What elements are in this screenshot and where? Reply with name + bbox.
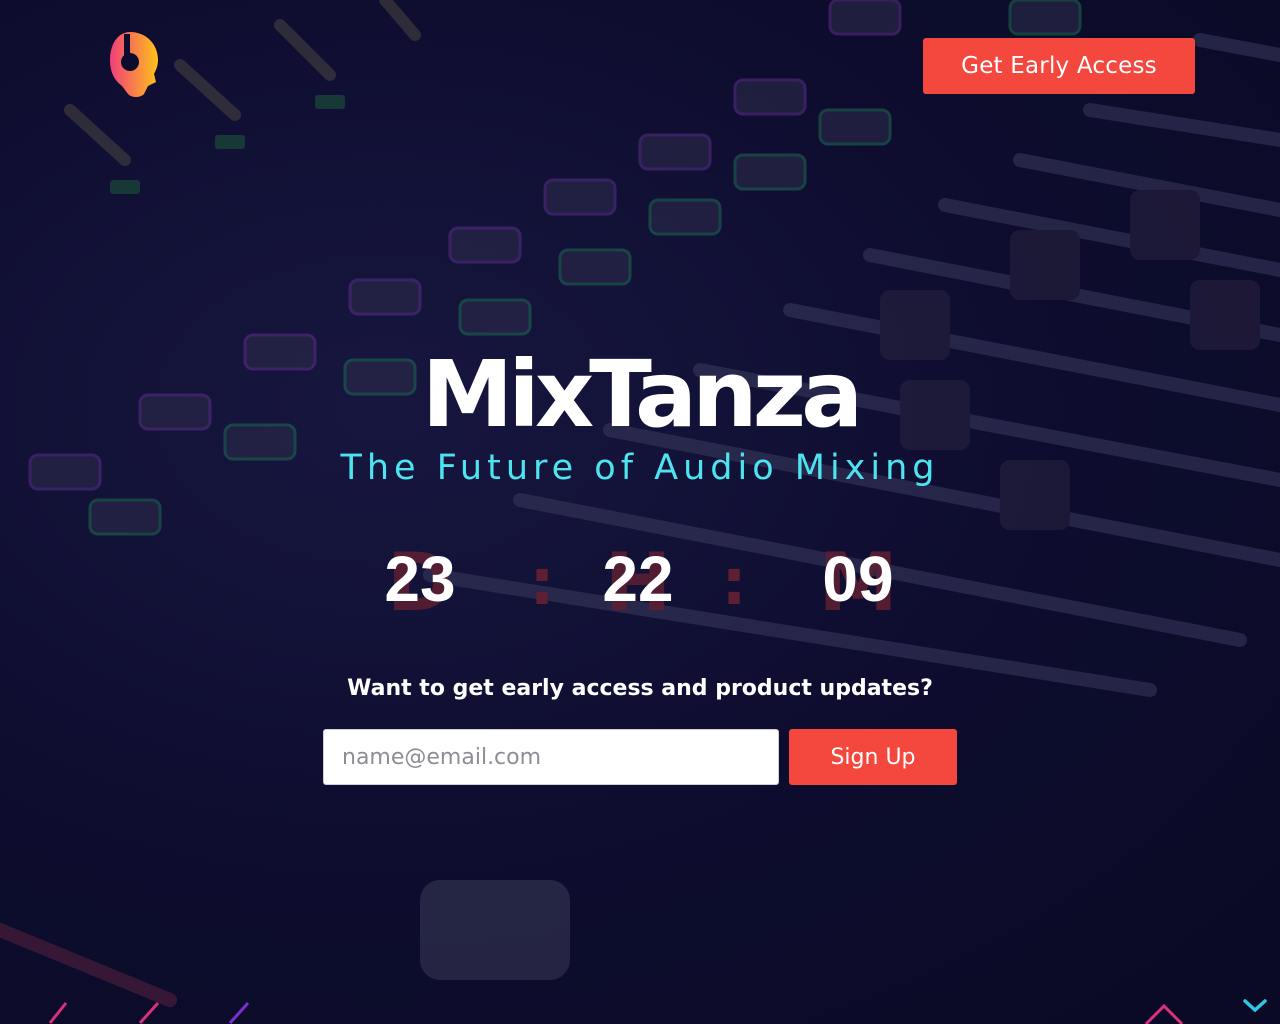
signup-prompt: Want to get early access and product upd… xyxy=(347,676,933,701)
countdown-hours: H 22 xyxy=(558,535,718,625)
mixer-background-image xyxy=(0,0,1280,1007)
countdown-separator: : xyxy=(529,546,555,620)
hours-value: 22 xyxy=(602,543,674,615)
countdown-minutes: M 09 xyxy=(778,535,938,625)
countdown-timer: D 23 : H 22 : M 09 xyxy=(0,535,1280,625)
email-field[interactable] xyxy=(323,729,779,785)
chevron-down-icon[interactable] xyxy=(1240,996,1270,1016)
countdown-days: D 23 xyxy=(340,535,500,625)
brand-title: MixTanza xyxy=(421,341,864,448)
get-early-access-button[interactable]: Get Early Access xyxy=(923,38,1195,94)
headphones-head-logo-icon[interactable] xyxy=(84,30,164,100)
tagline: The Future of Audio Mixing xyxy=(340,448,940,488)
decorative-chevrons xyxy=(48,1001,250,1024)
landing-page: Get Early Access MixTanza The Future of … xyxy=(0,0,1280,1024)
decorative-triangle xyxy=(1144,1003,1184,1024)
days-value: 23 xyxy=(384,543,456,615)
minutes-value: 09 xyxy=(822,543,894,615)
countdown-separator: : xyxy=(721,546,747,620)
sign-up-button[interactable]: Sign Up xyxy=(789,729,957,785)
